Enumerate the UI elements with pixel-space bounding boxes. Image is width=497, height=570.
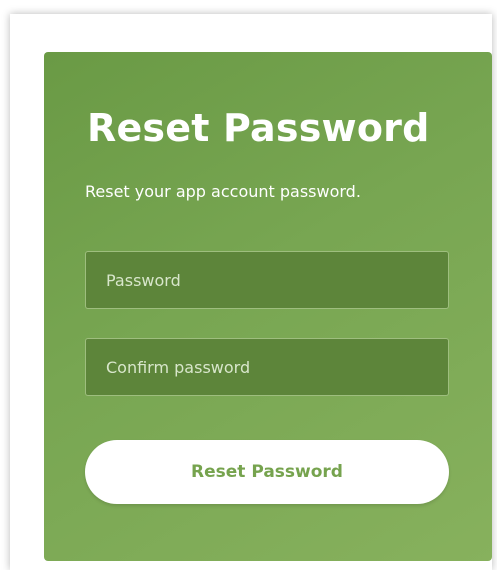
modal-frame: Reset Password Reset your app account pa… bbox=[10, 14, 492, 570]
confirm-password-field[interactable] bbox=[85, 338, 449, 396]
page-title: Reset Password bbox=[87, 106, 430, 150]
reset-password-button[interactable]: Reset Password bbox=[85, 440, 449, 504]
password-field[interactable] bbox=[85, 251, 449, 309]
password-input[interactable] bbox=[106, 270, 428, 290]
page-subtitle: Reset your app account password. bbox=[85, 182, 361, 201]
reset-password-card: Reset Password Reset your app account pa… bbox=[44, 52, 492, 561]
confirm-password-input[interactable] bbox=[106, 357, 428, 377]
